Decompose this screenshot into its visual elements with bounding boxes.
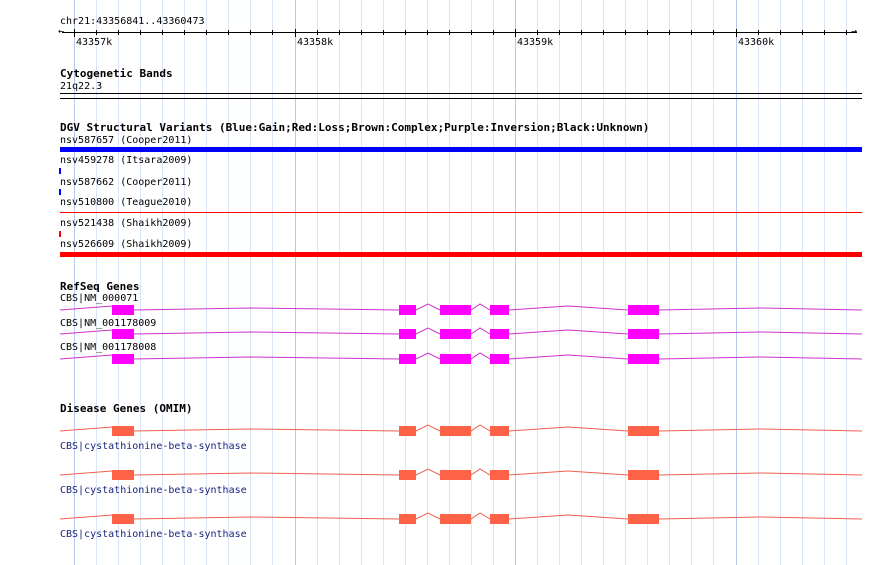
ruler-axis [62, 32, 857, 33]
ruler-tick [846, 30, 847, 35]
exon[interactable] [628, 329, 659, 339]
exon[interactable] [399, 426, 416, 436]
exon[interactable] [628, 514, 659, 524]
ruler-tick-label: 43360k [738, 37, 775, 48]
ruler-tick [449, 30, 450, 35]
exon[interactable] [440, 329, 471, 339]
track-title: Cytogenetic Bands [60, 67, 173, 80]
ruler-tick [317, 30, 318, 35]
variant-label: nsv587662 (Cooper2011) [60, 177, 193, 188]
ruler-tick [361, 30, 362, 35]
ruler-tick [272, 30, 273, 35]
variant-label: nsv521438 (Shaikh2009) [60, 218, 193, 229]
ruler-tick-label: 43359k [517, 37, 554, 48]
ruler-tick [647, 30, 648, 35]
exon[interactable] [440, 354, 471, 364]
exon[interactable] [399, 470, 416, 480]
ruler-tick [118, 30, 119, 35]
exon[interactable] [490, 470, 509, 480]
ruler-tick [559, 30, 560, 35]
track-title: Disease Genes (OMIM) [60, 402, 193, 415]
exon[interactable] [112, 305, 134, 315]
exon[interactable] [440, 305, 471, 315]
exon[interactable] [628, 305, 659, 315]
ruler-tick [140, 30, 141, 35]
cytoband-label: 21q22.3 [60, 81, 103, 92]
cytoband-band-top [60, 93, 862, 94]
exon[interactable] [628, 354, 659, 364]
ruler-tick [405, 30, 406, 35]
ruler-tick [758, 30, 759, 35]
exon[interactable] [112, 354, 134, 364]
ruler-tick [228, 30, 229, 35]
exon[interactable] [440, 514, 471, 524]
ruler-tick-label: 43357k [76, 37, 113, 48]
exon[interactable] [440, 426, 471, 436]
ruler-tick [625, 30, 626, 35]
exon[interactable] [399, 305, 416, 315]
variant-bar[interactable] [60, 147, 862, 152]
ruler-tick [669, 30, 670, 35]
ruler-tick [802, 30, 803, 35]
ruler-tick [74, 29, 75, 37]
exon[interactable] [628, 426, 659, 436]
ruler-tick [96, 30, 97, 35]
ruler-tick [537, 30, 538, 35]
exon[interactable] [112, 426, 134, 436]
ruler-tick [713, 30, 714, 35]
ruler-tick [427, 30, 428, 35]
variant-label: nsv459278 (Itsara2009) [60, 155, 193, 166]
ruler-tick [383, 30, 384, 35]
exon[interactable] [399, 354, 416, 364]
genome-browser: chr21:43356841..43360473 ← → 43357k 4335… [0, 0, 890, 565]
variant-label: nsv526609 (Shaikh2009) [60, 239, 193, 250]
ruler-tick [250, 30, 251, 35]
variant-bar[interactable] [60, 212, 862, 213]
ruler-tick [184, 30, 185, 35]
variant-label: nsv587657 (Cooper2011) [60, 135, 193, 146]
exon[interactable] [490, 514, 509, 524]
disease-gene-label[interactable]: CBS|cystathionine-beta-synthase [60, 485, 247, 496]
ruler-tick [206, 30, 207, 35]
exon[interactable] [628, 470, 659, 480]
variant-bar[interactable] [59, 189, 61, 195]
ruler-tick [603, 30, 604, 35]
ruler-tick [515, 29, 516, 37]
ruler-tick [736, 29, 737, 37]
exon[interactable] [112, 329, 134, 339]
ruler-tick [339, 30, 340, 35]
ruler-tick [691, 30, 692, 35]
exon[interactable] [440, 470, 471, 480]
ruler-location: chr21:43356841..43360473 [60, 16, 205, 27]
exon[interactable] [490, 426, 509, 436]
ruler-tick [493, 30, 494, 35]
disease-gene-label[interactable]: CBS|cystathionine-beta-synthase [60, 441, 247, 452]
exon[interactable] [490, 354, 509, 364]
exon[interactable] [399, 514, 416, 524]
cytoband-band-bottom [60, 98, 862, 99]
exon[interactable] [399, 329, 416, 339]
exon[interactable] [490, 329, 509, 339]
ruler-tick-label: 43358k [297, 37, 334, 48]
disease-gene-label[interactable]: CBS|cystathionine-beta-synthase [60, 529, 247, 540]
ruler-tick [581, 30, 582, 35]
track-title: RefSeq Genes [60, 280, 140, 293]
ruler-tick [471, 30, 472, 35]
variant-bar[interactable] [59, 168, 61, 174]
exon[interactable] [490, 305, 509, 315]
variant-label: nsv510800 (Teague2010) [60, 197, 193, 208]
variant-bar[interactable] [59, 231, 61, 237]
exon[interactable] [112, 514, 134, 524]
track-title: DGV Structural Variants (Blue:Gain;Red:L… [60, 121, 650, 134]
ruler-tick [780, 30, 781, 35]
ruler-tick [295, 29, 296, 37]
variant-bar[interactable] [60, 252, 862, 257]
ruler-tick [162, 30, 163, 35]
ruler-tick [824, 30, 825, 35]
exon[interactable] [112, 470, 134, 480]
